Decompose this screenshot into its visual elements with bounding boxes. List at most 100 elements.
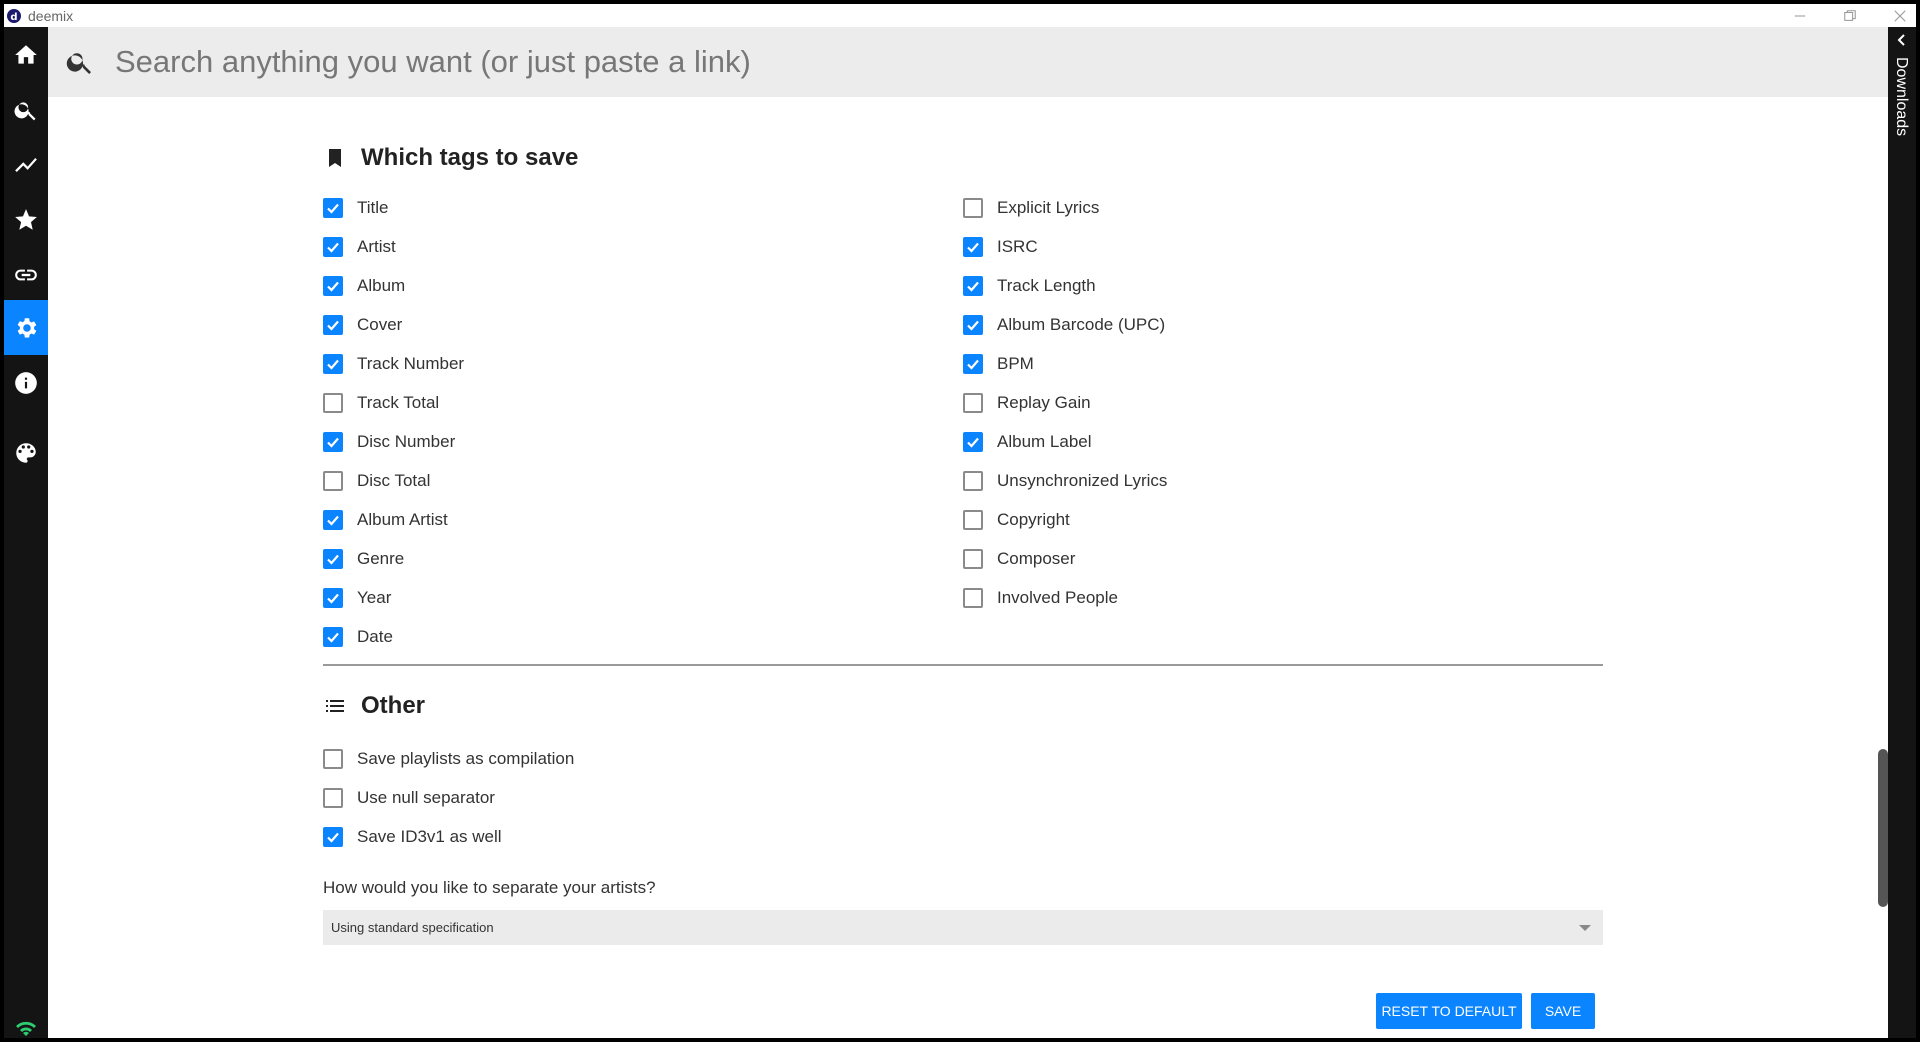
info-icon — [15, 371, 37, 394]
checkbox-row[interactable]: Genre — [323, 539, 464, 578]
checkbox[interactable] — [963, 353, 983, 374]
checkbox[interactable] — [963, 509, 983, 530]
checkbox-row[interactable]: Year — [323, 578, 464, 617]
checkbox-label: Artist — [357, 236, 396, 256]
checkbox-row[interactable]: Cover — [323, 305, 464, 344]
reset-to-default-button[interactable]: Reset to Default — [1376, 993, 1522, 1029]
checkbox[interactable] — [963, 392, 983, 413]
checkbox-label: Track Number — [357, 353, 465, 373]
checkbox[interactable] — [963, 197, 983, 218]
checkbox[interactable] — [323, 626, 343, 647]
checkbox[interactable] — [963, 314, 983, 335]
checkbox-row[interactable]: Album Barcode (UPC) — [963, 305, 1167, 344]
gear-icon — [17, 317, 37, 338]
checkmark-icon — [967, 320, 979, 331]
checkbox[interactable] — [323, 787, 343, 808]
checkbox-row[interactable]: Save ID3v1 as well — [323, 817, 1603, 856]
artist-separator-select[interactable]: Using standard specification — [323, 910, 1603, 945]
checkbox[interactable] — [323, 275, 343, 296]
sidebar-item-charts[interactable] — [4, 137, 48, 192]
checkbox-row[interactable]: Album — [323, 266, 464, 305]
checkbox[interactable] — [963, 236, 983, 257]
checkbox-row[interactable]: Composer — [963, 539, 1167, 578]
other-section-header: Other — [323, 686, 1603, 726]
checkbox[interactable] — [323, 236, 343, 257]
tags-right-column: Explicit Lyrics ISRC Track Length Album Bar… — [963, 188, 1167, 617]
sidebar-item-favorites[interactable] — [4, 192, 48, 247]
separator-question: How would you like to separate your arti… — [323, 878, 656, 897]
checkbox-row[interactable]: Track Total — [323, 383, 464, 422]
checkbox[interactable] — [323, 431, 343, 452]
sidebar-item-theme[interactable] — [4, 425, 48, 480]
checkbox-label: Disc Total — [357, 470, 431, 490]
search-input[interactable] — [115, 44, 1715, 80]
close-button[interactable] — [1892, 8, 1908, 24]
checkmark-icon — [327, 359, 339, 370]
checkbox-label: Genre — [357, 548, 405, 568]
sidebar-item-search[interactable] — [4, 82, 48, 137]
restore-button[interactable] — [1842, 8, 1858, 24]
checkbox-label: Composer — [997, 548, 1076, 568]
minimize-button[interactable] — [1792, 8, 1808, 24]
checkbox-row[interactable]: Save playlists as compilation — [323, 739, 1603, 778]
checkbox[interactable] — [963, 548, 983, 569]
search-bar — [48, 27, 1888, 97]
checkbox-row[interactable]: Date — [323, 617, 464, 656]
sidebar-item-settings[interactable] — [4, 300, 48, 355]
checkbox-row[interactable]: Title — [323, 188, 464, 227]
checkmark-icon — [967, 242, 979, 253]
checkbox-row[interactable]: ISRC — [963, 227, 1167, 266]
checkmark-icon — [327, 832, 339, 843]
sidebar-item-about[interactable] — [4, 355, 48, 410]
checkbox-row[interactable]: Track Length — [963, 266, 1167, 305]
checkbox-row[interactable]: BPM — [963, 344, 1167, 383]
scrollbar-thumb[interactable] — [1878, 749, 1888, 907]
checkbox-label: Use null separator — [357, 787, 495, 807]
settings-content: Which tags to save Title Artist Album Cover… — [323, 97, 1603, 945]
checkbox-row[interactable]: Unsynchronized Lyrics — [963, 461, 1167, 500]
downloads-label: Downloads — [1893, 57, 1910, 137]
checkbox[interactable] — [323, 392, 343, 413]
search-icon — [66, 53, 91, 74]
checkbox[interactable] — [963, 431, 983, 452]
checkbox-row[interactable]: Disc Number — [323, 422, 464, 461]
checkbox-row[interactable]: Album Artist — [323, 500, 464, 539]
tags-grid: Title Artist Album Cover Track Number Track T… — [323, 188, 1603, 648]
checkbox-row[interactable]: Copyright — [963, 500, 1167, 539]
checkbox-label: Album Artist — [357, 509, 448, 529]
svg-text:d: d — [10, 12, 17, 23]
checkbox[interactable] — [323, 826, 343, 847]
downloads-panel-toggle[interactable]: Downloads — [1888, 27, 1916, 1038]
link-icon — [15, 269, 37, 280]
checkbox[interactable] — [323, 587, 343, 608]
checkbox[interactable] — [963, 587, 983, 608]
save-button[interactable]: Save — [1531, 993, 1595, 1029]
checkbox-row[interactable]: Replay Gain — [963, 383, 1167, 422]
checkbox[interactable] — [963, 470, 983, 491]
checkbox[interactable] — [323, 197, 343, 218]
checkbox-row[interactable]: Use null separator — [323, 778, 1603, 817]
checkbox-row[interactable]: Explicit Lyrics — [963, 188, 1167, 227]
checkbox-label: Album Barcode (UPC) — [997, 314, 1166, 334]
checkbox-row[interactable]: Album Label — [963, 422, 1167, 461]
checkbox[interactable] — [323, 470, 343, 491]
trending-icon — [15, 157, 37, 172]
sidebar-item-home[interactable] — [4, 27, 48, 82]
checkbox-row[interactable]: Involved People — [963, 578, 1167, 617]
checkbox-label: Copyright — [997, 509, 1070, 529]
checkbox[interactable] — [323, 548, 343, 569]
other-section-title: Other — [361, 692, 426, 719]
checkbox[interactable] — [963, 275, 983, 296]
checkbox[interactable] — [323, 353, 343, 374]
star-icon — [15, 208, 37, 230]
checkbox-row[interactable]: Artist — [323, 227, 464, 266]
checkbox[interactable] — [323, 314, 343, 335]
scrollbar[interactable] — [1878, 97, 1888, 1038]
checkbox-row[interactable]: Track Number — [323, 344, 464, 383]
palette-icon — [16, 442, 36, 463]
sidebar-item-link-analyzer[interactable] — [4, 247, 48, 302]
chevron-down-icon — [1579, 924, 1591, 931]
checkbox[interactable] — [323, 509, 343, 530]
checkbox[interactable] — [323, 748, 343, 769]
checkbox-row[interactable]: Disc Total — [323, 461, 464, 500]
